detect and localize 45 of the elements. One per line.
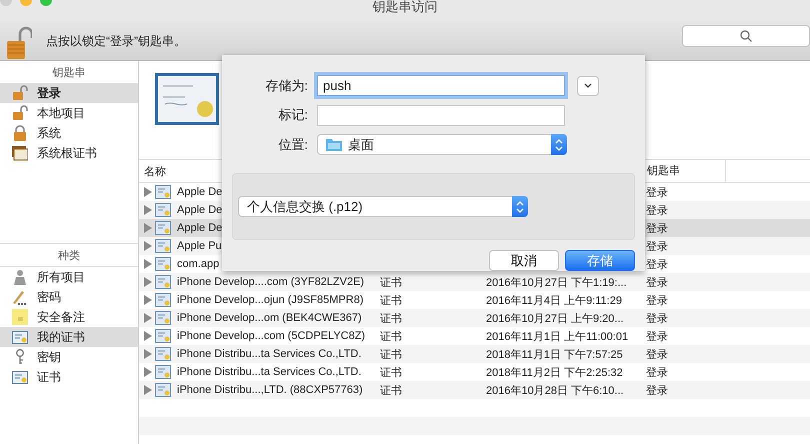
table-cell: iPhone Develop...om (BEK4CWE367) bbox=[177, 312, 362, 324]
table-cell-text: 登录 bbox=[646, 222, 668, 236]
table-cell-text: 证书 bbox=[380, 366, 402, 380]
table-cell: Apple De bbox=[177, 204, 222, 216]
field-label: 位置: bbox=[277, 136, 308, 154]
table-cell-text: 登录 bbox=[646, 330, 668, 344]
table-cell: Apple De bbox=[177, 186, 222, 198]
table-cell-text: 2016年10月28日 下午6:10... bbox=[486, 384, 624, 398]
table-cell-text: 证书 bbox=[380, 330, 402, 344]
table-cell: iPhone Develop....com (3YF82LZV2E) bbox=[177, 276, 364, 288]
table-cell-text: 2018年11月2日 下午2:25:32 bbox=[486, 366, 623, 380]
table-cell: iPhone Distribu...ta Services Co.,LTD. bbox=[177, 366, 362, 378]
table-cell-text: 登录 bbox=[646, 258, 668, 272]
table-cell: com.app bbox=[177, 258, 220, 270]
section-header: 钥匙串 bbox=[52, 66, 86, 81]
table-cell-text: 证书 bbox=[380, 312, 402, 326]
table-cell-text: 登录 bbox=[646, 384, 668, 398]
table-cell-text: 登录 bbox=[646, 276, 668, 290]
table-cell-text: 登录 bbox=[646, 294, 668, 308]
table-cell-text: 2016年10月27日 上午9:20... bbox=[486, 312, 624, 326]
lock-message: 点按以锁定“登录”钥匙串。 bbox=[46, 32, 187, 50]
table-cell-text: 证书 bbox=[380, 384, 402, 398]
table-cell-text: 2018年11月1日 下午7:57:25 bbox=[486, 348, 623, 362]
table-cell-text: 登录 bbox=[646, 204, 668, 218]
table-cell: iPhone Develop...com (5CDPELYC8Z) bbox=[177, 330, 366, 342]
table-cell-text: 登录 bbox=[646, 240, 668, 254]
table-cell-text: 证书 bbox=[380, 348, 402, 362]
field-label: 存储为: bbox=[264, 76, 308, 95]
table-cell: iPhone Distribu...,LTD. (88CXP57763) bbox=[177, 384, 363, 396]
table-cell-text: 登录 bbox=[646, 186, 668, 200]
table-cell-text: 证书 bbox=[380, 294, 402, 308]
table-cell: Apple De bbox=[177, 222, 222, 234]
table-cell: iPhone Distribu...ta Services Co.,LTD. bbox=[177, 348, 362, 360]
table-cell-text: 登录 bbox=[646, 348, 668, 362]
table-cell-text: 2016年11月4日 上午9:11:29 bbox=[486, 294, 622, 308]
table-cell: iPhone Develop...ojun (J9SF85MPR8) bbox=[177, 294, 364, 306]
table-cell-text: 2016年11月1日 上午11:00:01 bbox=[486, 330, 628, 344]
table-cell-text: 2016年10月27日 下午1:19:... bbox=[486, 276, 627, 290]
table-cell: Apple Pu bbox=[177, 240, 222, 252]
table-cell-text: 登录 bbox=[646, 312, 668, 326]
table-cell-text: 证书 bbox=[380, 276, 402, 290]
window-title: 钥匙串访问 bbox=[372, 0, 438, 16]
field-label: 标记: bbox=[277, 106, 308, 124]
table-cell-text: 登录 bbox=[646, 366, 668, 380]
section-header: 种类 bbox=[0, 243, 138, 267]
